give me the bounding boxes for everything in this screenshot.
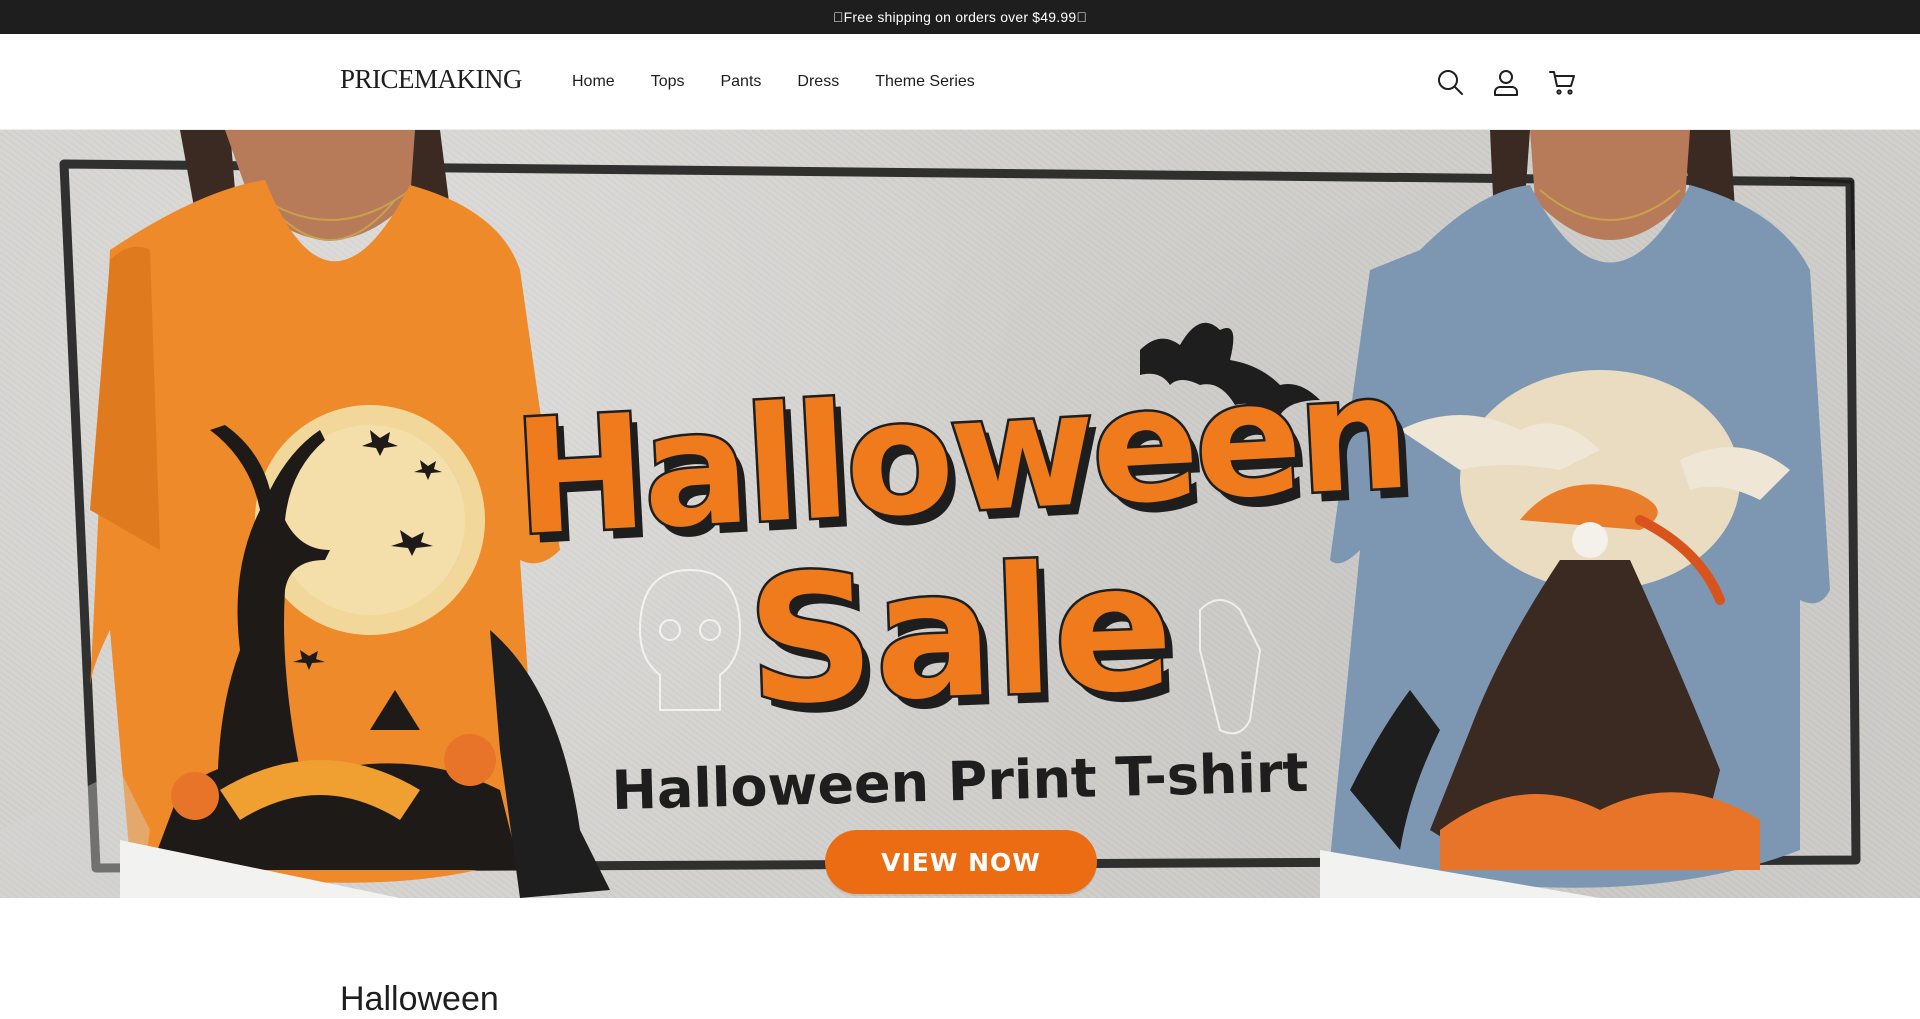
account-button[interactable] [1484,60,1528,104]
hero-artwork: Halloween Halloween Sale Sale Halloween … [0,130,1861,898]
nav-home[interactable]: Home [553,63,633,101]
main-nav: Home Tops Pants Dress Theme Series [553,34,993,130]
search-icon [1438,70,1463,95]
nav-tops[interactable]: Tops [633,63,703,101]
brand-logo[interactable]: PRICEMAKING [340,64,523,95]
collection-section: Halloween [0,898,1920,1018]
hero-banner[interactable]: Halloween Halloween Sale Sale Halloween … [0,130,1920,898]
search-button[interactable] [1428,60,1472,104]
headline-line2: Sale [744,525,1176,745]
section-title: Halloween [340,980,499,1018]
nav-dress[interactable]: Dress [779,63,857,101]
announcement-bar: Free shipping on orders over $49.99 [0,0,1920,34]
site-header: PRICEMAKING Home Tops Pants Dress Theme … [0,34,1920,130]
announcement-text: Free shipping on orders over $49.99 [833,9,1087,25]
hero-subheadline: Halloween Print T-shirt [611,741,1309,822]
account-icon [1494,70,1518,96]
hero-headline: Halloween Halloween Sale Sale Halloween … [507,338,1418,822]
cart-icon [1549,71,1575,95]
view-now-button[interactable]: VIEW NOW [825,830,1097,894]
header-actions [1428,34,1596,130]
nav-pants[interactable]: Pants [702,63,779,101]
nav-theme-series[interactable]: Theme Series [857,63,993,101]
cart-button[interactable] [1540,60,1584,104]
